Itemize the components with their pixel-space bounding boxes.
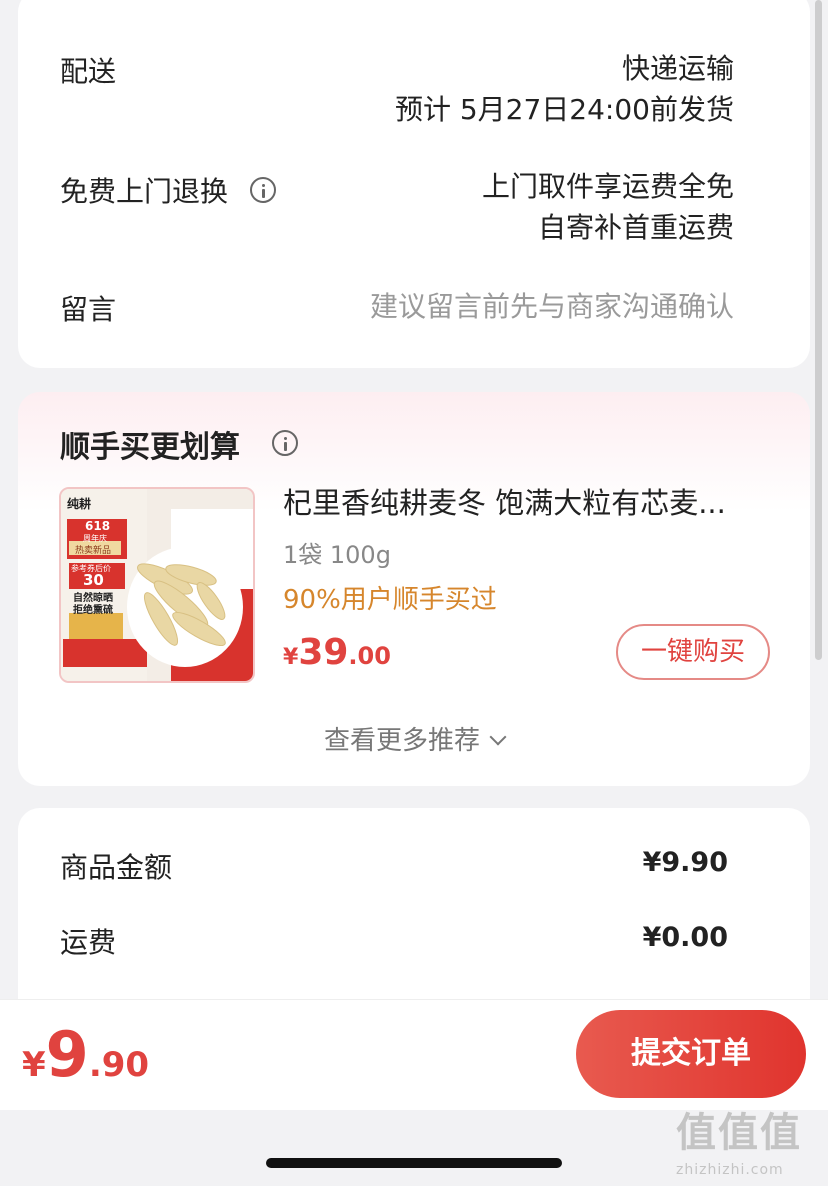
total-int: 9 [45, 1018, 89, 1091]
scrollbar[interactable] [815, 0, 822, 660]
recommend-title: 顺手买更划算 [60, 430, 240, 465]
see-more-recommend-link[interactable]: 查看更多推荐 [18, 720, 810, 757]
recommend-card: 顺手买更划算 纯耕 618 周年庆 热卖新品 参考券后价 30 自然晾晒 拒绝熏… [18, 392, 810, 786]
delivery-value[interactable]: 快递运输 预计 5月27日24:00前发货 [395, 48, 734, 130]
submit-order-button[interactable]: 提交订单 [576, 1010, 806, 1098]
see-more-label: 查看更多推荐 [323, 726, 480, 756]
product-spec: 1袋 100g [283, 541, 391, 569]
product-name[interactable]: 杞里香纯耕麦冬 饱满大粒有芯麦... [283, 480, 783, 522]
home-indicator[interactable] [266, 1158, 562, 1168]
delivery-label: 配送 [60, 55, 117, 88]
goods-amount-label: 商品金额 [60, 851, 173, 884]
price-int: 39 [298, 632, 349, 673]
info-icon[interactable] [250, 177, 276, 203]
shipping-fee-value: ¥0.00 [642, 922, 728, 953]
order-info-card: 配送 快递运输 预计 5月27日24:00前发货 免费上门退换 上门取件享运费全… [18, 0, 810, 368]
product-note: 90%用户顺手买过 [283, 585, 497, 615]
price-dec: .00 [348, 642, 391, 670]
delivery-method: 快递运输 [621, 52, 734, 85]
thumb-ref-price: 30 [83, 571, 104, 589]
product-price: ¥39.00 [283, 632, 391, 673]
total-price: ¥9.90 [22, 1018, 149, 1091]
thumb-badge-num: 618 [85, 519, 111, 533]
watermark-logo: 值值值 [676, 1110, 802, 1156]
price-symbol: ¥ [283, 645, 299, 670]
return-service-label: 免费上门退换 [60, 175, 229, 208]
one-click-buy-button[interactable]: 一键购买 [616, 624, 770, 680]
return-service-value: 上门取件享运费全免 自寄补首重运费 [482, 166, 734, 248]
total-currency: ¥ [22, 1045, 46, 1085]
message-input[interactable]: 建议留言前先与商家沟通确认 [370, 286, 734, 327]
watermark-url: zhizhizhi.com [676, 1162, 784, 1178]
thumb-brand: 纯耕 [67, 497, 92, 511]
goods-amount-value: ¥9.90 [642, 847, 728, 878]
thumb-tag: 热卖新品 [75, 546, 112, 556]
info-icon[interactable] [272, 430, 298, 456]
delivery-ship-time: 预计 5月27日24:00前发货 [394, 93, 734, 126]
thumb-slogan2: 拒绝熏硫 [73, 605, 113, 616]
return-service-line1: 上门取件享运费全免 [481, 170, 734, 203]
product-thumbnail[interactable]: 纯耕 618 周年庆 热卖新品 参考券后价 30 自然晾晒 拒绝熏硫 [59, 487, 255, 683]
message-label: 留言 [60, 293, 117, 326]
watermark: 值值值 zhizhizhi.com [676, 1100, 826, 1180]
checkout-bar: ¥9.90 提交订单 [0, 1000, 828, 1110]
return-service-line2: 自寄补首重运费 [537, 211, 734, 244]
chevron-down-icon [489, 728, 507, 746]
total-dec: .90 [88, 1045, 150, 1085]
shipping-fee-label: 运费 [60, 926, 117, 959]
